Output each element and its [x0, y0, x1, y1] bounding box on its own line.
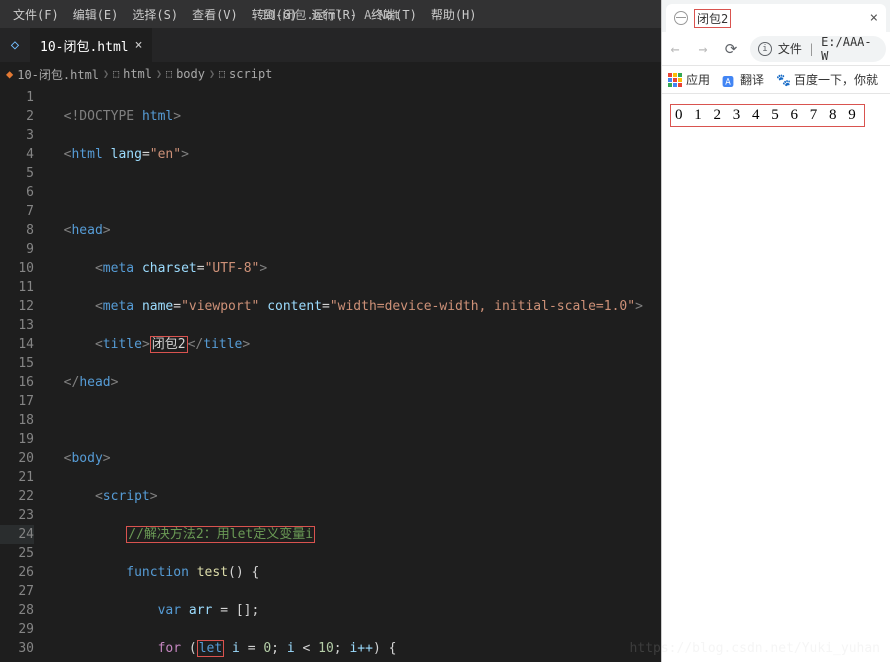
code-content[interactable]: <!DOCTYPE html> <html lang="en"> <head> … [48, 86, 661, 662]
file-icon: ◇ [0, 37, 30, 53]
file-icon: ◆ [6, 67, 13, 81]
globe-icon [674, 11, 688, 25]
breadcrumb-script[interactable]: script [229, 67, 272, 81]
chevron-right-icon: ❯ [103, 69, 109, 80]
address-label: 文件 [778, 40, 802, 57]
window-title: 10-闭包.html - A-Not [261, 6, 401, 23]
tab-file[interactable]: 10-闭包.html × [30, 28, 152, 62]
close-icon[interactable]: × [135, 38, 143, 53]
breadcrumb-file[interactable]: 10-闭包.html [17, 66, 99, 83]
tag-icon: ⬚ [219, 69, 225, 80]
line-gutter: 1234567891011121314151617181920212223242… [0, 86, 48, 662]
page-content: 0 1 2 3 4 5 6 7 8 9 [662, 94, 890, 137]
tag-icon: ⬚ [113, 69, 119, 80]
reload-button[interactable]: ⟳ [722, 40, 740, 58]
translate-icon: 🅰 [722, 73, 736, 87]
breadcrumb-body[interactable]: body [176, 67, 205, 81]
menu-edit[interactable]: 编辑(E) [66, 6, 126, 23]
bookmark-apps[interactable]: 应用 [668, 71, 710, 88]
browser-tab[interactable]: 闭包2 × [666, 4, 886, 32]
menu-help[interactable]: 帮助(H) [424, 6, 484, 23]
breadcrumb-html[interactable]: html [123, 67, 152, 81]
menu-view[interactable]: 查看(V) [185, 6, 245, 23]
page-output: 0 1 2 3 4 5 6 7 8 9 [670, 104, 865, 127]
browser-pane: 闭包2 × ← → ⟳ i 文件 | E:/AAA-W 应用 🅰 翻译 🐾 百度… [661, 0, 890, 662]
breadcrumbs[interactable]: ◆ 10-闭包.html ❯ ⬚ html ❯ ⬚ body ❯ ⬚ scrip… [0, 62, 661, 86]
info-icon[interactable]: i [758, 42, 772, 56]
browser-tabbar: 闭包2 × [662, 0, 890, 32]
browser-tab-title: 闭包2 [694, 9, 731, 28]
address-bar[interactable]: i 文件 | E:/AAA-W [750, 36, 886, 62]
editor-pane: 文件(F) 编辑(E) 选择(S) 查看(V) 转到(G) 运行(R) 终端(T… [0, 0, 661, 662]
tab-bar: ◇ 10-闭包.html × [0, 28, 661, 62]
forward-button[interactable]: → [694, 40, 712, 58]
tab-label: 10-闭包.html [40, 36, 129, 55]
back-button[interactable]: ← [666, 40, 684, 58]
menu-bar: 文件(F) 编辑(E) 选择(S) 查看(V) 转到(G) 运行(R) 终端(T… [0, 0, 661, 28]
menu-file[interactable]: 文件(F) [6, 6, 66, 23]
tag-icon: ⬚ [166, 69, 172, 80]
baidu-icon: 🐾 [776, 73, 790, 87]
browser-toolbar: ← → ⟳ i 文件 | E:/AAA-W [662, 32, 890, 66]
bookmark-baidu[interactable]: 🐾 百度一下，你就 [776, 71, 878, 88]
chevron-right-icon: ❯ [209, 69, 215, 80]
apps-icon [668, 73, 682, 87]
bookmark-translate[interactable]: 🅰 翻译 [722, 71, 764, 88]
menu-select[interactable]: 选择(S) [125, 6, 185, 23]
address-path: E:/AAA-W [821, 36, 878, 62]
bookmarks-bar: 应用 🅰 翻译 🐾 百度一下，你就 [662, 66, 890, 94]
chevron-right-icon: ❯ [156, 69, 162, 80]
close-icon[interactable]: × [870, 10, 878, 26]
code-area[interactable]: 1234567891011121314151617181920212223242… [0, 86, 661, 662]
